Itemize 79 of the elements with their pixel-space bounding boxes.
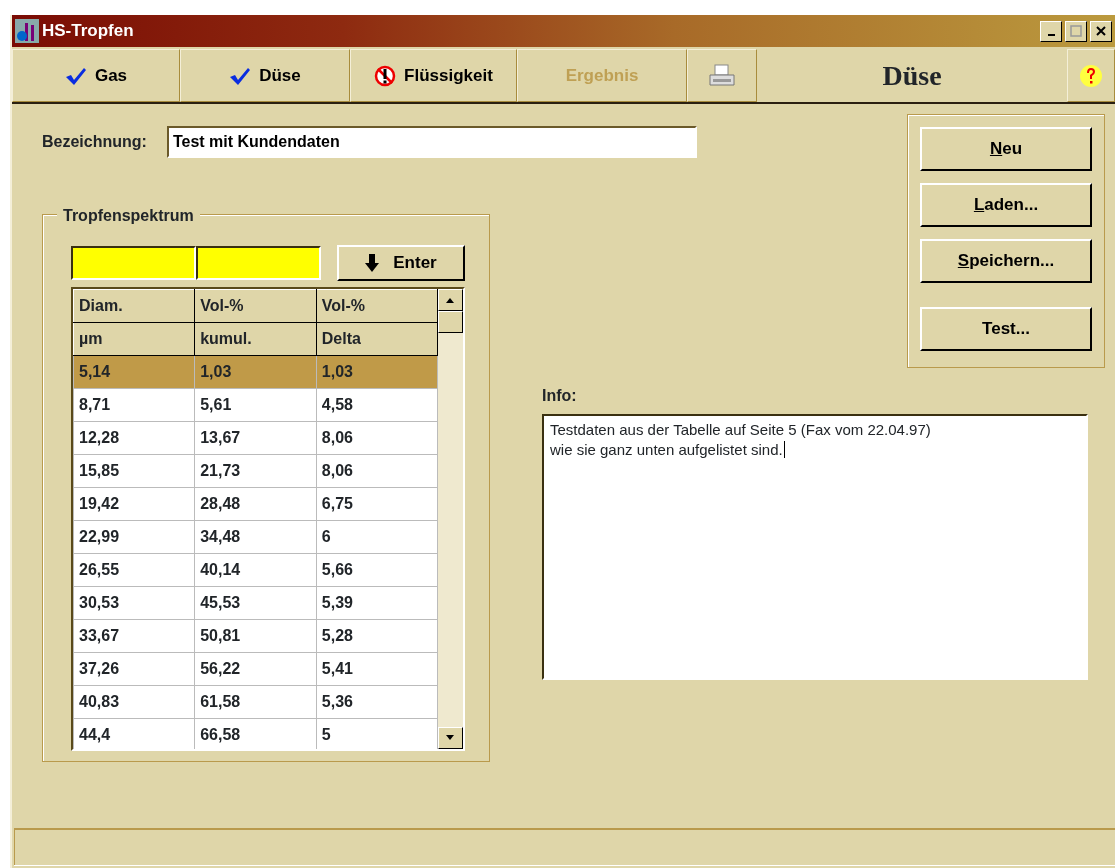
maximize-button[interactable]: [1065, 20, 1087, 42]
input-field[interactable]: [196, 246, 321, 280]
app-icon: [15, 19, 39, 43]
table-cell: 21,73: [194, 454, 317, 488]
minimize-button[interactable]: [1040, 20, 1062, 42]
text-line: Testdaten aus der Tabelle auf Seite 5 (Fax vom 22.04.97): [550, 420, 932, 440]
table-cell: 33,67: [73, 619, 195, 653]
column-header[interactable]: µm: [73, 322, 195, 356]
down-triangle-icon: [445, 735, 456, 741]
action-button[interactable]: Laden...: [920, 183, 1092, 227]
action-button[interactable]: Neu: [920, 127, 1092, 171]
close-button[interactable]: [1090, 20, 1112, 42]
table-cell: 8,71: [73, 388, 195, 422]
table-cell: 8,06: [316, 421, 438, 455]
action-button[interactable]: Speichern...: [920, 239, 1092, 283]
table-cell: 45,53: [194, 586, 317, 620]
table-cell: 13,67: [194, 421, 317, 455]
printer-icon: [707, 62, 737, 89]
tab[interactable]: Flüssigkeit: [350, 49, 517, 102]
table-cell: 5,61: [194, 388, 317, 422]
window-title: HS-Tropfen: [42, 20, 134, 43]
table-cell: 61,58: [194, 685, 317, 719]
table-cell: 5,66: [316, 553, 438, 587]
table-cell: 37,26: [73, 652, 195, 686]
table-cell: 44,4: [73, 718, 195, 749]
text-line: wie sie ganz unten aufgelistet sind.: [550, 440, 786, 460]
table-cell: 6: [316, 520, 438, 554]
table-cell: 40,83: [73, 685, 195, 719]
table-cell: 22,99: [73, 520, 195, 554]
info-label: Info:: [542, 386, 578, 406]
tab[interactable]: Düse: [180, 49, 350, 102]
help-icon: [1079, 63, 1103, 88]
table-cell: 8,06: [316, 454, 438, 488]
input-field[interactable]: [71, 246, 196, 280]
scrollbar[interactable]: [437, 289, 463, 749]
action-button[interactable]: Test...: [920, 307, 1092, 351]
table-cell: 5,28: [316, 619, 438, 653]
table-cell: 26,55: [73, 553, 195, 587]
up-triangle-icon: [445, 297, 456, 303]
table-cell: 12,28: [73, 421, 195, 455]
print-button[interactable]: [687, 49, 757, 102]
field-label: Bezeichnung:: [42, 132, 147, 152]
scroll-down-button[interactable]: [437, 727, 463, 749]
table-cell: 5,36: [316, 685, 438, 719]
minimize-icon: [1047, 34, 1055, 36]
table-cell: 56,22: [194, 652, 317, 686]
down-arrow-icon: [365, 254, 380, 272]
page-title: Düse: [881, 58, 943, 93]
column-header[interactable]: Vol-%: [316, 289, 438, 323]
table-cell: 28,48: [194, 487, 317, 521]
table-cell: 5,39: [316, 586, 438, 620]
column-header[interactable]: kumul.: [194, 322, 317, 356]
scroll-up-button[interactable]: [437, 289, 463, 311]
column-header[interactable]: Vol-%: [194, 289, 317, 323]
table-cell: 19,42: [73, 487, 195, 521]
table-cell: 4,58: [316, 388, 438, 422]
table-cell: 50,81: [194, 619, 317, 653]
table-cell: 1,03: [194, 355, 317, 389]
close-icon: [1095, 25, 1107, 37]
maximize-icon: [1070, 25, 1082, 37]
check-icon: [64, 65, 87, 86]
tab[interactable]: Gas: [12, 49, 180, 102]
table-cell: 1,03: [316, 355, 438, 389]
info-field[interactable]: Testdaten aus der Tabelle auf Seite 5 (Fax vom 22.04.97) wie sie ganz unten aufgelistet sind.: [542, 414, 1088, 680]
check-icon: [229, 65, 252, 86]
table-cell: 6,75: [316, 487, 438, 521]
enter-button[interactable]: Enter: [337, 245, 465, 281]
prohibited-icon: [374, 64, 397, 87]
scroll-thumb[interactable]: [437, 311, 463, 333]
name-field[interactable]: Test mit Kundendaten: [166, 126, 697, 158]
table-cell: 15,85: [73, 454, 195, 488]
column-header[interactable]: Diam.: [73, 289, 195, 323]
table-cell: 30,53: [73, 586, 195, 620]
column-header[interactable]: Delta: [316, 322, 438, 356]
table-cell: 40,14: [194, 553, 317, 587]
table-cell: 5,41: [316, 652, 438, 686]
help-button[interactable]: [1067, 49, 1115, 102]
table-cell: 5,14: [73, 355, 195, 389]
table-cell: 34,48: [194, 520, 317, 554]
